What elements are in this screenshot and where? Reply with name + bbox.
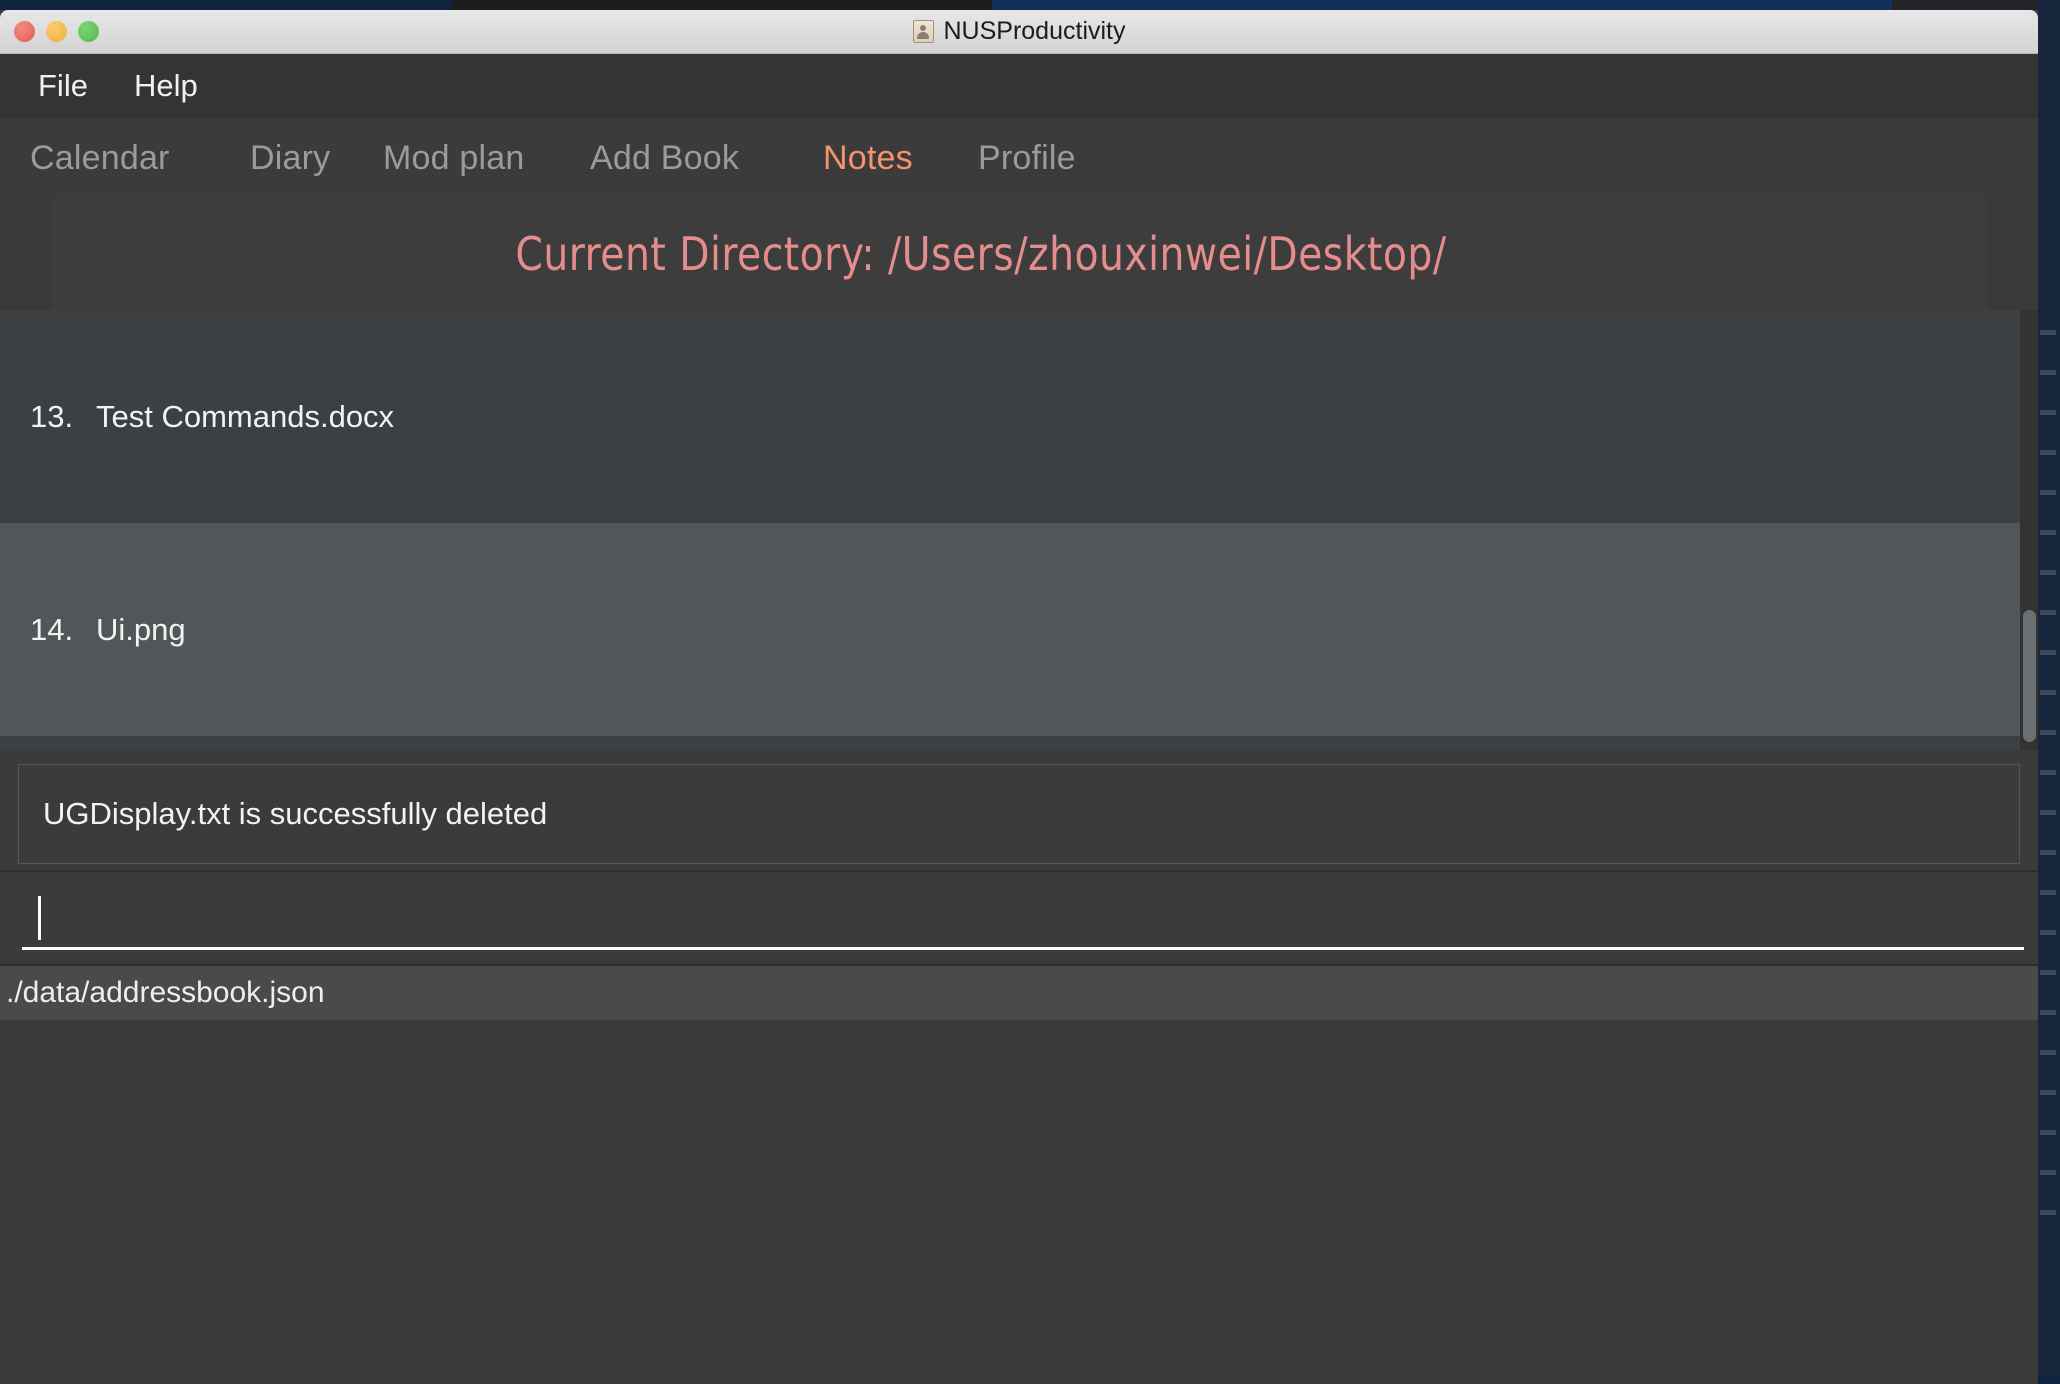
file-list-item[interactable]: 15. Untitled.ipynb — [0, 736, 2020, 750]
tab-mod-plan[interactable]: Mod plan — [383, 139, 590, 178]
file-list-scrollbar-thumb[interactable] — [2023, 610, 2036, 742]
result-display-box: UGDisplay.txt is successfully deleted — [18, 764, 2020, 864]
current-directory-heading: Current Directory: /Users/zhouxinwei/Des… — [50, 198, 1988, 310]
tab-profile[interactable]: Profile — [978, 139, 1076, 178]
menu-bar: File Help — [0, 54, 2038, 118]
file-name: Ui.png — [96, 611, 186, 647]
background-window-texture — [2040, 330, 2056, 1240]
address-book-icon — [912, 20, 934, 43]
tab-calendar[interactable]: Calendar — [30, 139, 250, 178]
result-panel: UGDisplay.txt is successfully deleted — [0, 750, 2038, 870]
file-list-container: 13. Test Commands.docx 14. Ui.png 15. Un… — [0, 310, 2038, 750]
text-caret — [38, 895, 41, 940]
tab-notes[interactable]: Notes — [823, 139, 978, 178]
file-name: Test Commands.docx — [96, 398, 395, 434]
app-window: NUSProductivity File Help Calendar Diary… — [0, 10, 2038, 1384]
file-list[interactable]: 13. Test Commands.docx 14. Ui.png 15. Un… — [0, 310, 2020, 750]
window-title-group: NUSProductivity — [0, 17, 2038, 46]
window-title: NUSProductivity — [943, 17, 1126, 45]
command-panel — [0, 870, 2038, 964]
file-list-scrollbar[interactable] — [2020, 310, 2038, 750]
background-window-right-sliver — [2038, 0, 2060, 1384]
menu-item-file[interactable]: File — [28, 66, 98, 106]
file-list-item[interactable]: 13. Test Commands.docx — [0, 310, 2020, 523]
tab-diary[interactable]: Diary — [250, 139, 383, 178]
save-location-status: ./data/addressbook.json — [6, 976, 325, 1009]
menu-item-help[interactable]: Help — [124, 66, 208, 106]
status-bar: ./data/addressbook.json — [0, 964, 2038, 1020]
title-bar[interactable]: NUSProductivity — [0, 10, 2038, 54]
command-input[interactable] — [22, 888, 2024, 950]
file-list-item[interactable]: 14. Ui.png — [0, 523, 2020, 736]
nav-tab-bar: Calendar Diary Mod plan Add Book Notes P… — [0, 118, 2038, 198]
file-index: 14. — [30, 611, 74, 647]
result-message: UGDisplay.txt is successfully deleted — [43, 796, 548, 831]
file-index: 13. — [30, 398, 74, 434]
tab-add-book[interactable]: Add Book — [590, 139, 823, 178]
